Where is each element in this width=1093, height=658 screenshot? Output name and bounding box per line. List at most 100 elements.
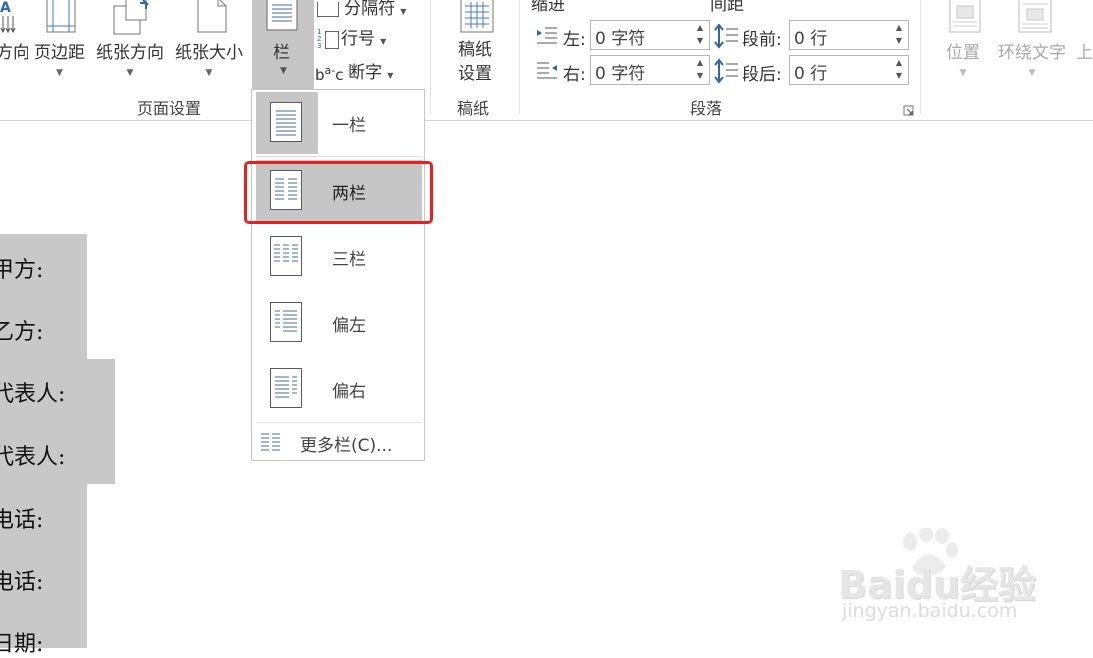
three-columns-icon [270,236,302,276]
more-columns-label: 更多栏(C)... [300,436,393,456]
text-direction-arrows-icon [0,14,16,34]
text-direction-label: 方向 [0,43,28,63]
chevron-down-icon: ▼ [56,68,63,78]
paper-size-button[interactable]: 纸张大小 ▼ [175,38,243,79]
menu-item-label: 偏左 [332,316,366,336]
watermark-url: jingyan.baidu.com [842,600,1018,622]
draft-paper-button[interactable]: 稿纸 设置 [458,38,492,86]
hyphenation-button[interactable]: ba-c 断字 ▼ [315,58,394,84]
doc-line-date: 日期: [0,632,44,657]
separator [430,0,431,114]
ribbon: A 方向 页边距 ▼ 纸张方向 ▼ 纸张大小 ▼ 栏 ▼ 分隔符 ▼ 1 2 3… [0,0,1093,121]
doc-line-representative-b: 代表人: [0,445,66,470]
margins-button[interactable]: 页边距 ▼ [34,38,85,79]
page-icon [325,30,339,49]
text-direction-icon: A [0,0,16,16]
line-numbers-icon: 123 [317,28,322,50]
chevron-down-icon: ▼ [380,37,387,46]
hyphenation-icon: ba-c [315,63,344,84]
spinner-arrows-icon[interactable]: ▲ ▼ [896,56,902,82]
bring-forward-button[interactable]: 上 [1076,38,1093,63]
menu-item-more-columns[interactable]: 更多栏(C)... [256,426,422,458]
breaks-button[interactable]: 分隔符 ▼ [317,0,406,19]
text-direction-button[interactable]: 方向 [0,38,28,63]
draft-paper-label-2: 设置 [458,64,492,84]
bring-forward-label: 上 [1076,43,1093,63]
paper-size-label: 纸张大小 [175,43,243,63]
paper-size-icon [196,0,228,34]
chevron-down-icon: ▼ [205,68,213,78]
doc-line-representative-a: 代表人: [0,382,66,407]
wrap-text-button[interactable]: 环绕文字 ▼ [998,38,1066,79]
margins-icon [46,0,76,34]
wrap-text-icon [1018,0,1052,34]
position-label: 位置 [946,43,980,63]
spacing-after-value: 0 行 [794,64,828,84]
svg-text:A: A [0,1,11,15]
menu-item-label: 一栏 [332,116,366,136]
spacing-after-icon [714,58,740,85]
position-button[interactable]: 位置 ▼ [946,38,980,79]
chevron-down-icon: ▼ [280,66,287,76]
columns-icon [266,0,298,32]
separator [519,0,520,114]
chevron-down-icon: ▼ [126,68,134,78]
chevron-down-icon: ▼ [1028,68,1036,78]
indent-right-icon [535,60,559,82]
indent-left-icon [535,25,559,47]
doc-line-party-a: 甲方: [0,258,44,283]
chevron-down-icon: ▼ [387,71,394,80]
menu-item-one-column[interactable]: 一栏 [256,92,422,154]
one-column-icon [270,102,302,142]
spacing-after-spinner[interactable]: 0 行 ▲ ▼ [789,55,909,85]
spacing-header: 间距 [710,0,744,15]
wrap-text-label: 环绕文字 [998,43,1066,63]
spinner-arrows-icon[interactable]: ▲ ▼ [697,21,703,47]
spacing-before-spinner[interactable]: 0 行 ▲ ▼ [789,20,909,50]
doc-line-party-b: 乙方: [0,320,44,345]
indent-right-value: 0 字符 [595,64,646,84]
group-label-draft-paper: 稿纸 [457,99,490,118]
indent-left-label: 左: [563,30,586,50]
spacing-before-label: 段前: [742,30,782,50]
more-columns-icon [260,432,282,452]
spinner-arrows-icon[interactable]: ▲ ▼ [697,56,703,82]
left-column-icon [270,302,302,342]
menu-item-three-columns[interactable]: 三栏 [256,226,422,288]
menu-item-label: 偏右 [332,382,366,402]
hyphenation-label: 断字 [348,63,383,83]
indent-right-spinner[interactable]: 0 字符 ▲ ▼ [590,55,710,85]
spinner-arrows-icon[interactable]: ▲ ▼ [896,21,902,47]
breaks-icon [317,2,339,17]
columns-button[interactable]: 栏 ▼ [252,0,314,89]
indent-left-value: 0 字符 [595,29,646,49]
line-numbers-button[interactable]: 1 2 3 行号 ▼ [317,24,387,50]
chevron-down-icon: ▼ [959,68,967,78]
doc-line-phone-b: 电话: [0,570,44,595]
right-column-icon [270,368,302,408]
group-label-page-setup: 页面设置 [137,99,202,118]
orientation-icon [110,0,154,36]
menu-divider [256,156,422,157]
orientation-button[interactable]: 纸张方向 ▼ [96,38,164,79]
position-icon [949,0,981,34]
separator [920,0,921,114]
columns-dropdown-menu: 一栏 两栏 三栏 偏左 偏右 更多栏(C)... [251,89,425,461]
margins-label: 页边距 [34,43,85,63]
spacing-before-icon [714,23,740,50]
menu-item-left[interactable]: 偏左 [256,292,422,354]
highlight-annotation [244,161,433,224]
draft-paper-icon [460,0,494,34]
paragraph-dialog-launcher-icon[interactable] [903,101,914,116]
line-numbers-label: 行号 [341,29,375,49]
indent-left-spinner[interactable]: 0 字符 ▲ ▼ [590,20,710,50]
spacing-before-value: 0 行 [794,29,828,49]
draft-paper-label-1: 稿纸 [458,40,492,60]
columns-label: 栏 [273,43,290,63]
menu-divider [256,422,422,423]
doc-line-phone-a: 电话: [0,508,44,533]
menu-item-label: 三栏 [332,250,366,270]
indent-header: 缩进 [531,0,565,15]
indent-right-label: 右: [563,65,586,85]
menu-item-right[interactable]: 偏右 [256,358,422,420]
